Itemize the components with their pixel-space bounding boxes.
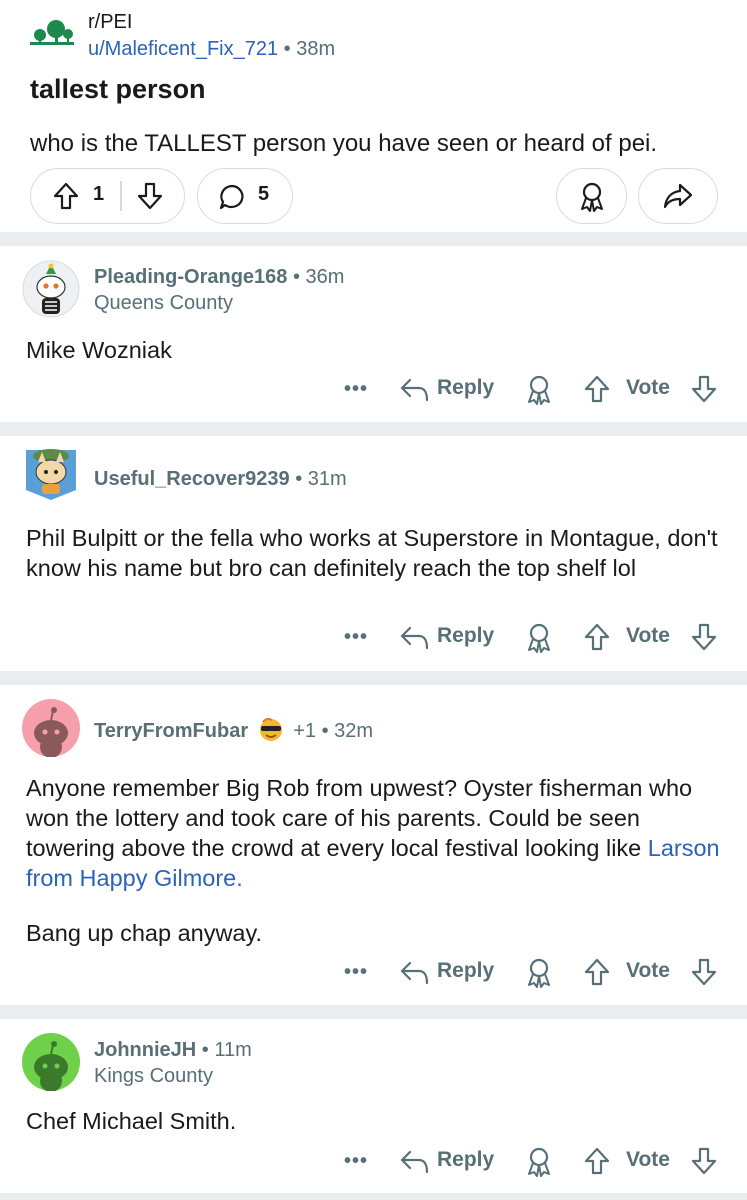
section-divider (0, 422, 747, 436)
comment: JohnnieJH • 11m Kings County Chef Michae… (0, 1019, 747, 1200)
comment: Pleading-Orange168 • 36m Queens County M… (0, 246, 747, 422)
author-name[interactable]: JohnnieJH (94, 1039, 196, 1061)
comment-text-lead: Anyone remember Big Rob from upwest? Oys… (26, 775, 693, 861)
section-divider (0, 1005, 747, 1019)
award-icon (581, 182, 603, 212)
share-icon (663, 183, 693, 209)
meta-separator: • (283, 38, 297, 60)
comment-text: Anyone remember Big Rob from upwest? Oys… (26, 773, 726, 893)
comment-author[interactable]: JohnnieJH • 11m (94, 1039, 252, 1062)
section-divider (0, 232, 747, 246)
comment-count: 5 (258, 183, 270, 205)
post-score: 1 (93, 183, 105, 205)
post-meta: u/Maleficent_Fix_721 • 38m (88, 38, 335, 61)
avatar[interactable] (22, 1033, 80, 1092)
comment-text: Phil Bulpitt or the fella who works at S… (26, 525, 718, 581)
author-name[interactable]: Useful_Recover9239 (94, 468, 290, 490)
reply-button[interactable]: Reply (437, 1148, 494, 1172)
post-title[interactable]: tallest person (30, 74, 206, 105)
user-flair: Kings County (94, 1065, 213, 1087)
vote-label: Vote (626, 959, 670, 982)
comment-time: • 36m (287, 266, 345, 288)
upvote-icon[interactable] (53, 182, 79, 215)
reply-button[interactable]: Reply (437, 376, 494, 400)
share-button[interactable] (638, 168, 718, 224)
comment-time: • 31m (289, 468, 347, 490)
comment-time: • 11m (196, 1039, 252, 1061)
comment-actions: ••• Reply Vote (0, 1142, 747, 1182)
comment: Useful_Recover9239 • 31m Phil Bulpitt or… (0, 436, 747, 671)
more-options-button[interactable]: ••• (344, 1150, 368, 1173)
comment-text: Mike Wozniak (26, 337, 172, 363)
comment-author[interactable]: Pleading-Orange168 • 36m (94, 266, 344, 289)
post-time: 38m (296, 38, 336, 60)
post-card: r/PEI u/Maleficent_Fix_721 • 38m tallest… (0, 0, 747, 232)
award-icon[interactable] (524, 622, 554, 659)
vote-label: Vote (626, 376, 670, 399)
comment-time: +1 • 32m (293, 720, 374, 742)
more-options-button[interactable]: ••• (344, 378, 368, 401)
comment-text: Chef Michael Smith. (26, 1108, 237, 1134)
section-divider (0, 671, 747, 685)
post-author[interactable]: u/Maleficent_Fix_721 (88, 38, 278, 60)
downvote-icon[interactable] (690, 1147, 718, 1180)
award-icon[interactable] (524, 1146, 554, 1183)
user-flair: Queens County (94, 292, 233, 314)
avatar[interactable] (22, 444, 80, 502)
subreddit-name[interactable]: r/PEI (88, 11, 132, 34)
subreddit-tree-icon[interactable] (26, 14, 78, 54)
downvote-icon[interactable] (137, 182, 163, 215)
reply-arrow-icon[interactable] (399, 624, 429, 657)
comment-actions: ••• Reply Vote (0, 618, 747, 658)
avatar[interactable] (22, 260, 80, 318)
reply-arrow-icon[interactable] (399, 376, 429, 409)
upvote-icon[interactable] (583, 1147, 611, 1180)
vote-pill: 1 (30, 168, 185, 224)
sunglasses-emoji-icon (258, 716, 284, 748)
award-icon[interactable] (524, 374, 554, 411)
comment: TerryFromFubar +1 • 32m Anyone remember … (0, 685, 747, 1005)
more-options-button[interactable]: ••• (344, 626, 368, 649)
comment-author[interactable]: Useful_Recover9239 • 31m (94, 468, 347, 491)
comment-actions: ••• Reply Vote (0, 953, 747, 993)
section-divider (0, 1193, 747, 1200)
reply-button[interactable]: Reply (437, 959, 494, 983)
author-name[interactable]: TerryFromFubar (94, 720, 248, 742)
upvote-icon[interactable] (583, 958, 611, 991)
comments-button[interactable]: 5 (197, 168, 293, 224)
downvote-icon[interactable] (690, 958, 718, 991)
more-options-button[interactable]: ••• (344, 961, 368, 984)
reply-arrow-icon[interactable] (399, 1148, 429, 1181)
vote-label: Vote (626, 1148, 670, 1171)
author-name[interactable]: Pleading-Orange168 (94, 266, 287, 288)
upvote-icon[interactable] (583, 375, 611, 408)
comment-bubble-icon (218, 183, 246, 216)
vote-separator (120, 181, 122, 211)
comment-author[interactable]: TerryFromFubar +1 • 32m (94, 716, 373, 748)
reply-button[interactable]: Reply (437, 624, 494, 648)
reply-arrow-icon[interactable] (399, 959, 429, 992)
comment-actions: ••• Reply Vote (0, 370, 747, 410)
comment-text-second: Bang up chap anyway. (26, 920, 263, 946)
vote-label: Vote (626, 624, 670, 647)
award-button[interactable] (556, 168, 627, 224)
post-body: who is the TALLEST person you have seen … (30, 130, 658, 157)
avatar[interactable] (22, 699, 80, 758)
award-icon[interactable] (524, 957, 554, 994)
upvote-icon[interactable] (583, 623, 611, 656)
downvote-icon[interactable] (690, 623, 718, 656)
downvote-icon[interactable] (690, 375, 718, 408)
